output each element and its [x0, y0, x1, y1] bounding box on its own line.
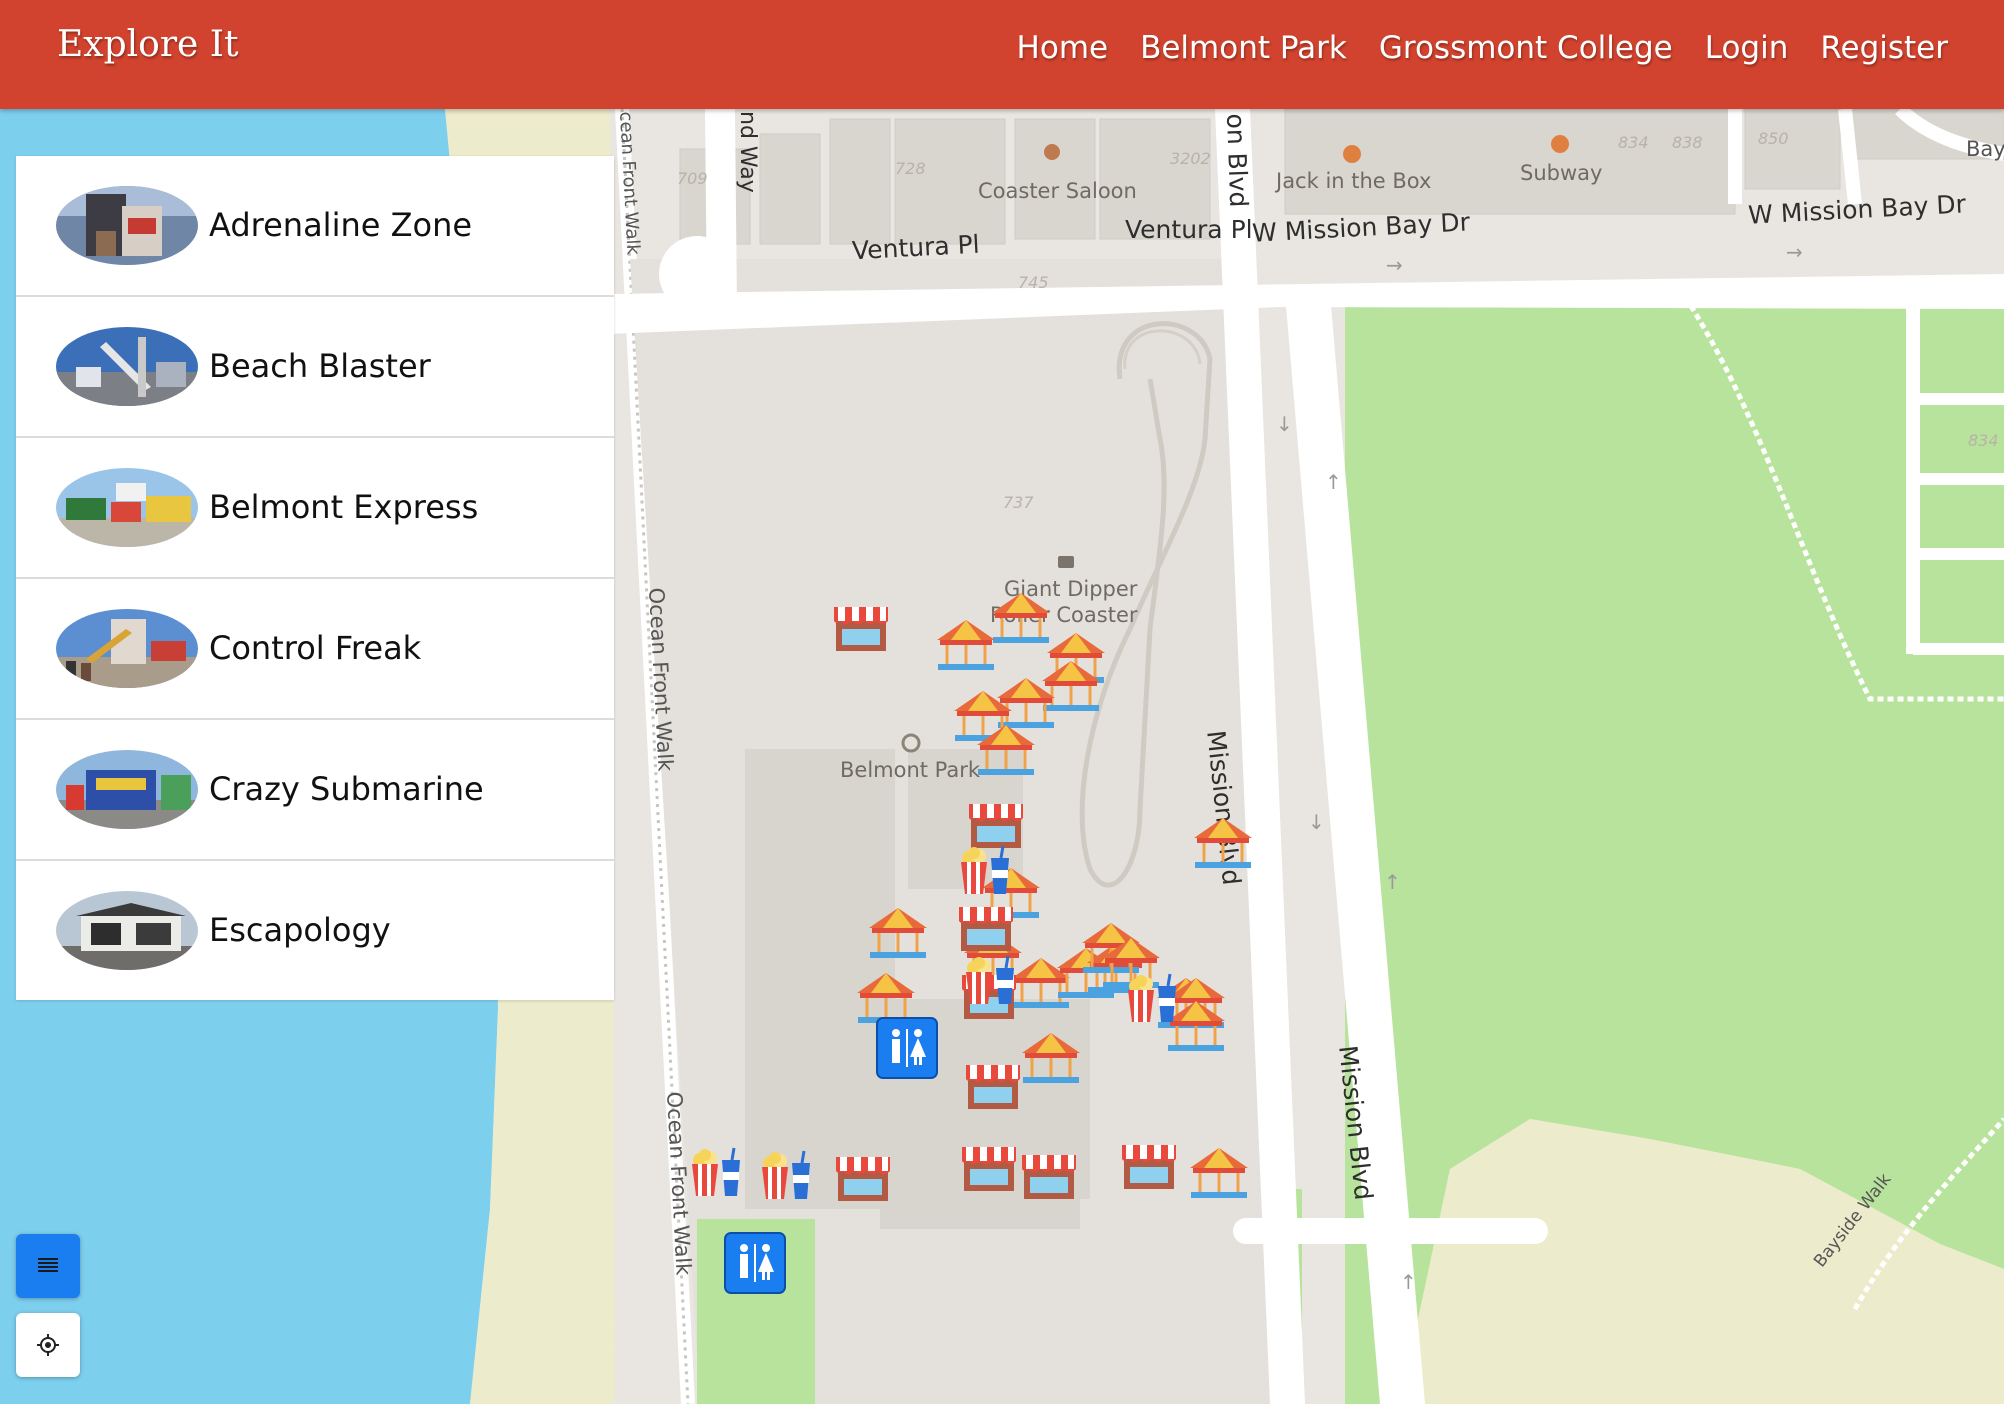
shop-icon [1022, 1155, 1076, 1199]
address-838: 838 [1672, 133, 1703, 152]
carousel-marker[interactable] [935, 616, 997, 672]
restroom-marker[interactable] [876, 1017, 938, 1079]
attraction-name: Belmont Express [209, 488, 479, 526]
brand-title[interactable]: Explore It [57, 24, 238, 65]
shop-icon [966, 1065, 1020, 1109]
address-834: 834 [1618, 133, 1649, 152]
carousel-marker[interactable] [1020, 1029, 1082, 1085]
carousel-marker[interactable] [1188, 1144, 1250, 1200]
popcorn-drink-icon [961, 845, 1009, 894]
list-toggle-button[interactable] [16, 1234, 80, 1298]
road-nd-way: nd Way [735, 111, 760, 193]
restroom-icon [876, 1017, 938, 1079]
svg-text:↑: ↑ [1384, 870, 1401, 894]
attraction-name: Escapology [209, 911, 391, 949]
snack-marker[interactable] [686, 1146, 748, 1202]
address-3202: 3202 [1170, 149, 1211, 168]
nav-grossmont-college[interactable]: Grossmont College [1379, 30, 1673, 66]
label-belmont-park: Belmont Park [840, 758, 981, 782]
snack-marker[interactable] [960, 954, 1022, 1010]
shop-icon [1122, 1145, 1176, 1189]
address-709: 709 [677, 169, 708, 188]
attraction-thumbnail [56, 891, 198, 970]
list-item-crazy-submarine[interactable]: Crazy Submarine [16, 720, 614, 861]
shop-icon [834, 607, 888, 651]
svg-text:↓: ↓ [1308, 810, 1325, 834]
locate-icon [37, 1334, 59, 1356]
list-item-control-freak[interactable]: Control Freak [16, 579, 614, 720]
svg-text:↑: ↑ [1400, 1270, 1417, 1294]
restroom-icon [724, 1232, 786, 1294]
attraction-thumbnail [56, 468, 198, 547]
address-737: 737 [1003, 493, 1034, 512]
carousel-marker[interactable] [867, 904, 929, 960]
attraction-list: Adrenaline Zone Beach Blaster Belmont Ex… [16, 156, 614, 1000]
label-coaster-saloon: Coaster Saloon [978, 179, 1137, 203]
snack-marker[interactable] [955, 844, 1017, 900]
carousel-icon [1022, 1033, 1080, 1083]
address-728: 728 [895, 159, 926, 178]
attraction-name: Adrenaline Zone [209, 206, 473, 244]
list-item-escapology[interactable]: Escapology [16, 861, 614, 1000]
shop-marker[interactable] [962, 1057, 1024, 1113]
label-jack-in-the-box: Jack in the Box [1276, 169, 1432, 193]
attraction-name: Crazy Submarine [209, 770, 484, 808]
shop-marker[interactable] [830, 599, 892, 655]
svg-text:↑: ↑ [1325, 470, 1342, 494]
shop-marker[interactable] [832, 1149, 894, 1205]
snack-marker[interactable] [1122, 972, 1184, 1028]
locate-me-button[interactable] [16, 1313, 80, 1377]
shop-icon [836, 1157, 890, 1201]
list-item-adrenaline-zone[interactable]: Adrenaline Zone [16, 156, 614, 297]
list-item-belmont-express[interactable]: Belmont Express [16, 438, 614, 579]
nav-home[interactable]: Home [1017, 30, 1109, 66]
carousel-icon [937, 620, 995, 670]
svg-text:→: → [1786, 240, 1803, 264]
attraction-thumbnail [56, 186, 198, 265]
road-bay: Bay [1966, 137, 2004, 161]
address-745: 745 [1018, 273, 1049, 292]
popcorn-drink-icon [692, 1147, 740, 1196]
restroom-marker[interactable] [724, 1232, 786, 1294]
shop-marker[interactable] [955, 899, 1017, 955]
attraction-thumbnail [56, 609, 198, 688]
carousel-icon [869, 908, 927, 958]
nav-links: Home Belmont Park Grossmont College Logi… [1017, 30, 1948, 66]
shop-icon [959, 907, 1013, 951]
carousel-icon [977, 725, 1035, 775]
list-icon [38, 1258, 58, 1272]
popcorn-drink-icon [762, 1150, 810, 1199]
svg-text:→: → [1386, 253, 1403, 277]
attraction-thumbnail [56, 327, 198, 406]
nav-register[interactable]: Register [1820, 30, 1948, 66]
shop-icon [962, 1147, 1016, 1191]
address-850: 850 [1758, 129, 1789, 148]
carousel-icon [992, 593, 1050, 643]
list-item-beach-blaster[interactable]: Beach Blaster [16, 297, 614, 438]
carousel-marker[interactable] [1192, 814, 1254, 870]
popcorn-drink-icon [1128, 973, 1176, 1022]
snack-marker[interactable] [756, 1149, 818, 1205]
carousel-marker[interactable] [975, 721, 1037, 777]
carousel-marker[interactable] [990, 589, 1052, 645]
shop-marker[interactable] [1018, 1147, 1080, 1203]
nav-belmont-park[interactable]: Belmont Park [1140, 30, 1347, 66]
carousel-icon [1194, 818, 1252, 868]
nav-login[interactable]: Login [1705, 30, 1789, 66]
road-on-blvd: on Blvd [1221, 113, 1254, 208]
popcorn-drink-icon [966, 955, 1014, 1004]
attraction-name: Control Freak [209, 629, 422, 667]
shop-marker[interactable] [958, 1139, 1020, 1195]
label-subway: Subway [1520, 161, 1603, 185]
address-834-east: 834 [1968, 431, 1999, 450]
svg-text:↓: ↓ [1276, 412, 1293, 436]
shop-marker[interactable] [1118, 1137, 1180, 1193]
top-navbar: Explore It Home Belmont Park Grossmont C… [0, 0, 2004, 109]
attraction-thumbnail [56, 750, 198, 829]
road-ventura-pl-east: Ventura Pl [1125, 215, 1253, 244]
attraction-name: Beach Blaster [209, 347, 431, 385]
carousel-icon [1190, 1148, 1248, 1198]
